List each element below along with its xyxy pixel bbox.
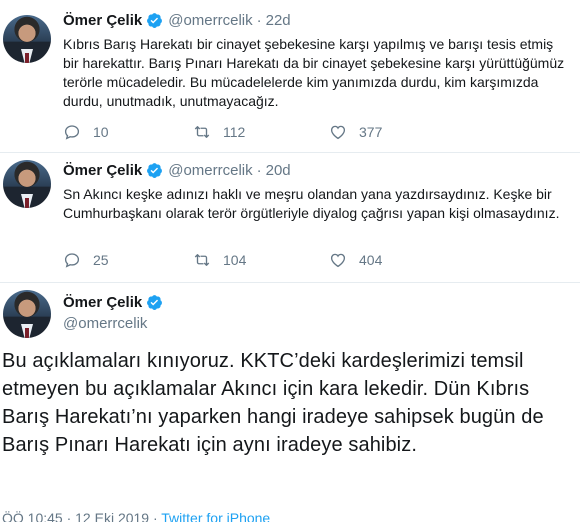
retweet-count: 104 bbox=[223, 252, 247, 268]
divider bbox=[0, 152, 580, 153]
reply-button[interactable]: 10 bbox=[63, 123, 193, 141]
author-name[interactable]: Ömer Çelik bbox=[63, 12, 142, 29]
verified-badge-icon bbox=[147, 295, 163, 310]
avatar[interactable] bbox=[3, 15, 51, 63]
like-count: 404 bbox=[359, 252, 383, 268]
tweet-header: Ömer Çelik @omerrcelik · 20d bbox=[63, 162, 291, 179]
separator-dot: · bbox=[256, 162, 262, 179]
tweet-timestamp[interactable]: ÖÖ 10:45 · 12 Eki 2019 · bbox=[2, 510, 161, 522]
tweet-source-link[interactable]: Twitter for iPhone bbox=[161, 510, 270, 522]
retweet-button[interactable]: 104 bbox=[193, 251, 329, 269]
verified-badge-icon bbox=[147, 163, 163, 178]
tweet-time[interactable]: 22d bbox=[266, 12, 291, 29]
main-tweet-text: Bu açıklamaları kınıyoruz. KKTC’deki kar… bbox=[2, 350, 544, 456]
reply-icon bbox=[64, 253, 80, 268]
retweet-icon bbox=[194, 126, 210, 138]
reply-button[interactable]: 25 bbox=[63, 251, 193, 269]
like-count: 377 bbox=[359, 124, 383, 140]
author-handle[interactable]: @omerrcelik bbox=[168, 12, 252, 29]
tweet-footer: ÖÖ 10:45 · 12 Eki 2019 · Twitter for iPh… bbox=[2, 510, 270, 522]
author-handle-row: @omerrcelik bbox=[63, 315, 147, 332]
tweet-header: Ömer Çelik @omerrcelik · 22d bbox=[63, 12, 291, 29]
tweet-header: Ömer Çelik bbox=[63, 294, 168, 311]
author-handle[interactable]: @omerrcelik bbox=[168, 162, 252, 179]
retweet-button[interactable]: 112 bbox=[193, 123, 329, 141]
heart-icon bbox=[330, 253, 346, 268]
tweet-text: Kıbrıs Barış Harekatı bir cinayet şebeke… bbox=[63, 36, 565, 109]
tweet-time[interactable]: 20d bbox=[266, 162, 291, 179]
avatar[interactable] bbox=[3, 160, 51, 208]
tweet-actions: 10 112 377 bbox=[63, 123, 382, 141]
verified-badge-icon bbox=[147, 13, 163, 28]
tweet-actions: 25 104 404 bbox=[63, 251, 382, 269]
author-handle[interactable]: @omerrcelik bbox=[63, 315, 147, 332]
separator-dot: · bbox=[256, 12, 262, 29]
reply-count: 10 bbox=[93, 124, 109, 140]
avatar[interactable] bbox=[3, 290, 51, 338]
author-name[interactable]: Ömer Çelik bbox=[63, 162, 142, 179]
reply-icon bbox=[64, 125, 80, 140]
retweet-icon bbox=[194, 254, 210, 266]
like-button[interactable]: 404 bbox=[329, 251, 382, 269]
retweet-count: 112 bbox=[223, 124, 246, 140]
reply-count: 25 bbox=[93, 252, 109, 268]
divider bbox=[0, 282, 580, 283]
heart-icon bbox=[330, 125, 346, 140]
tweet-text: Sn Akıncı keşke adınızı haklı ve meşru o… bbox=[63, 186, 560, 221]
author-name[interactable]: Ömer Çelik bbox=[63, 294, 142, 311]
like-button[interactable]: 377 bbox=[329, 123, 382, 141]
